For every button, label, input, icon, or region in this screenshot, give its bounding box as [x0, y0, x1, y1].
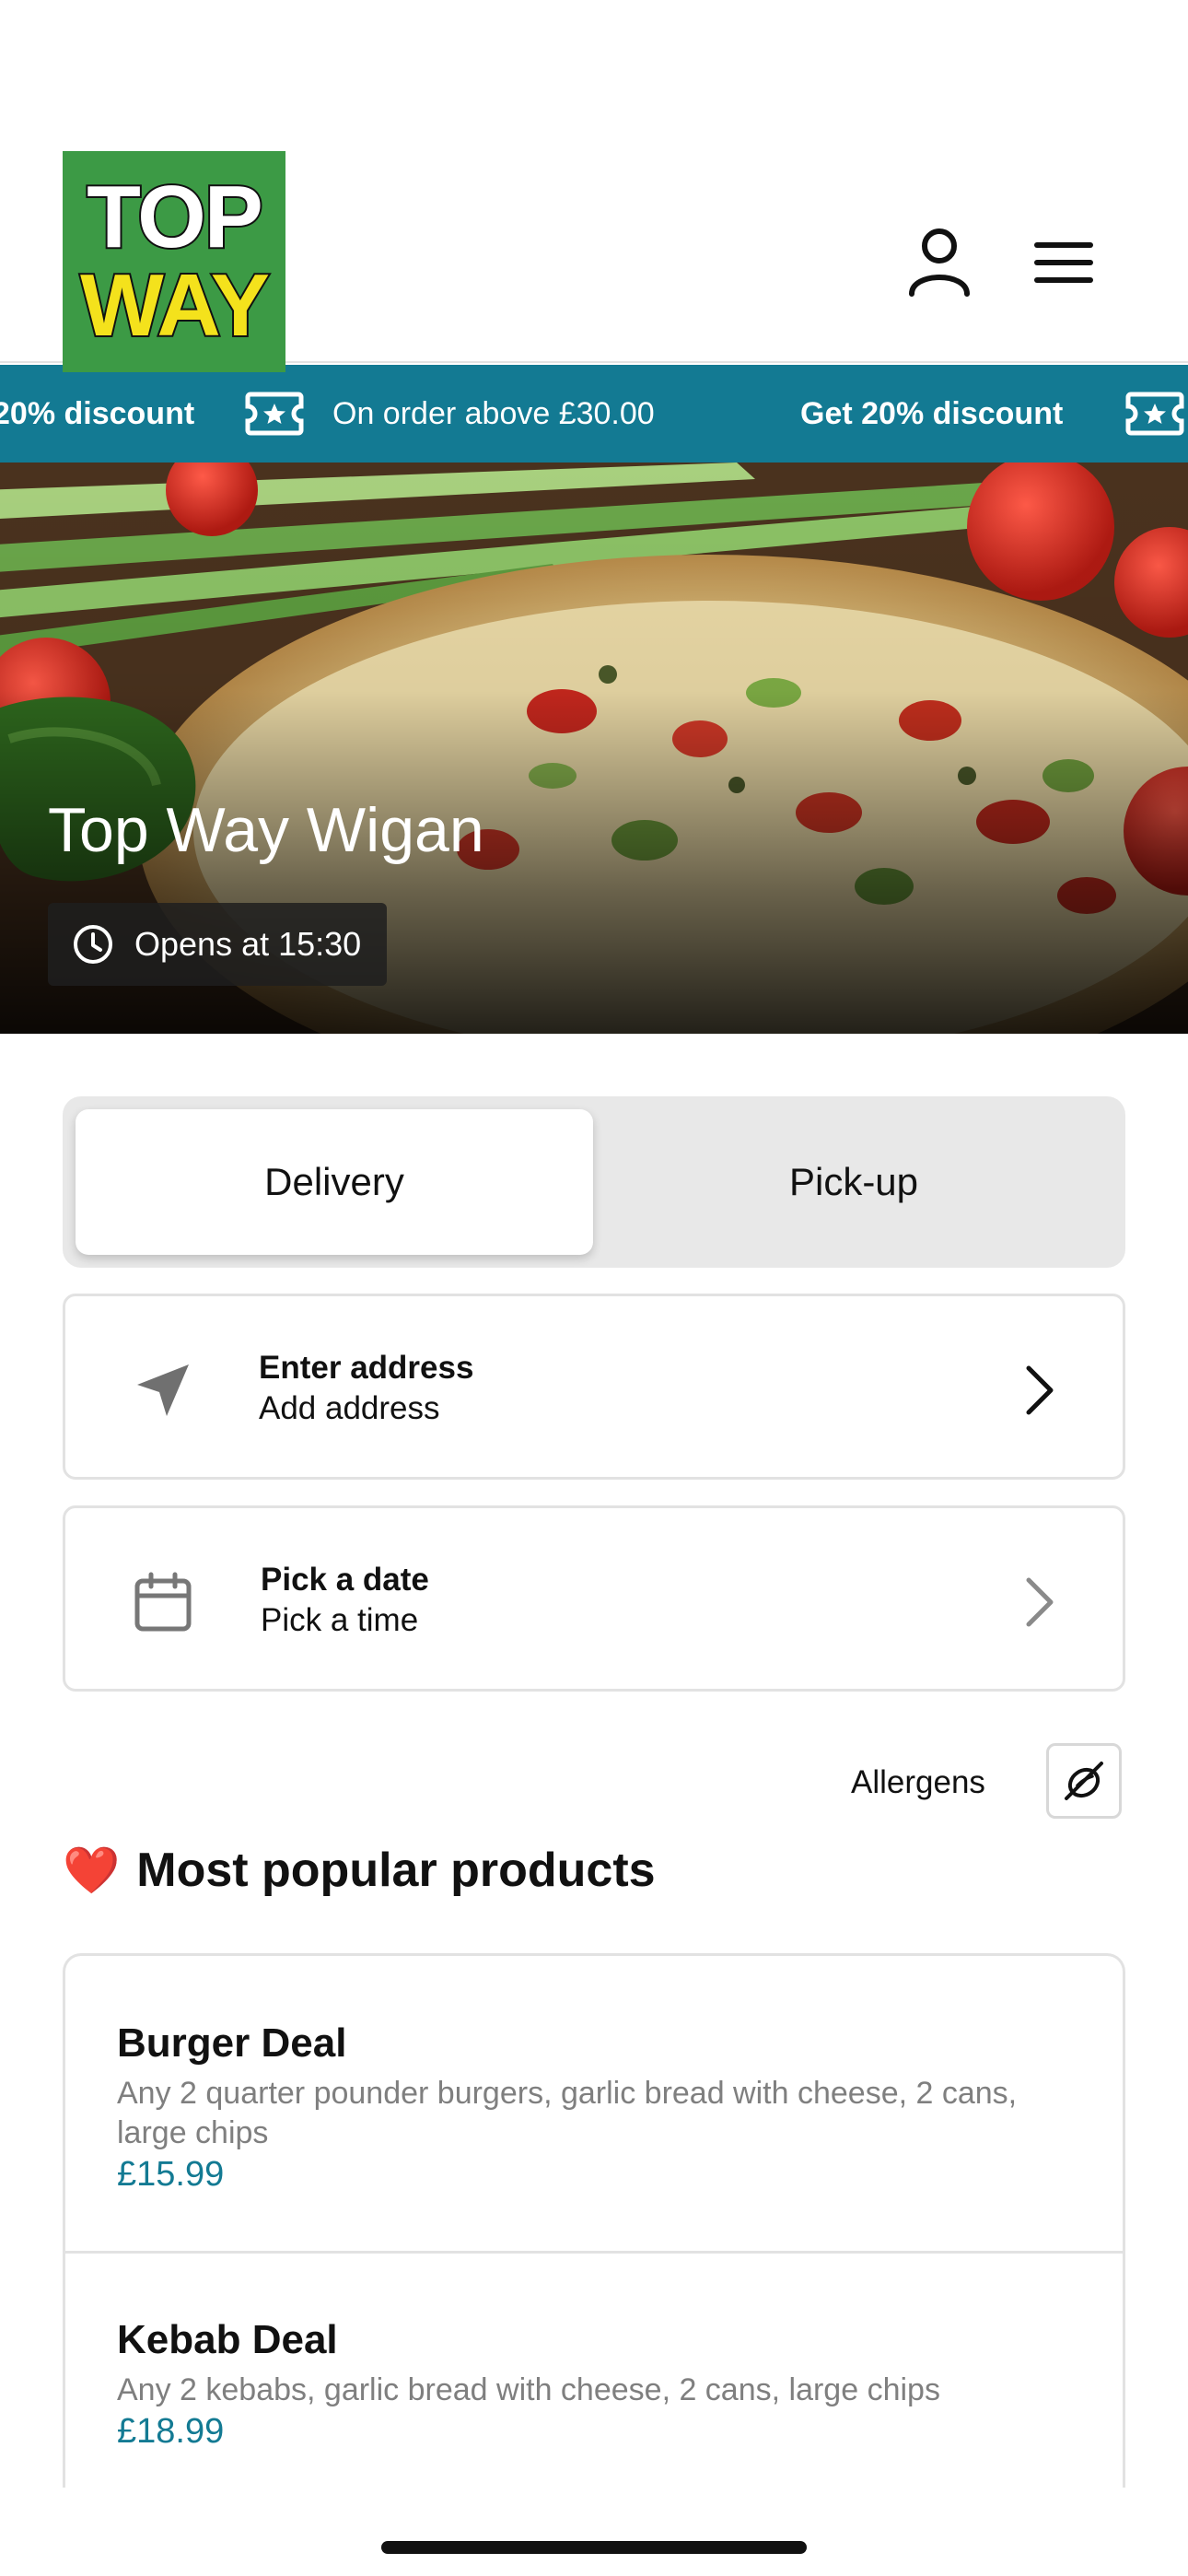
promo-text: Get 20% discount — [800, 395, 1064, 431]
location-arrow-icon — [126, 1353, 200, 1427]
restaurant-hero: Top Way Wigan Opens at 15:30 — [0, 463, 1188, 1034]
product-price: £18.99 — [117, 2412, 225, 2451]
schedule-card-title: Pick a date — [261, 1562, 429, 1598]
brand-logo[interactable]: TOP WAY — [63, 151, 285, 372]
chevron-right-icon — [1026, 1365, 1054, 1415]
product-description: Any 2 kebabs, garlic bread with cheese, … — [117, 2372, 940, 2407]
person-icon — [909, 228, 970, 297]
schedule-card-subtitle: Pick a time — [261, 1602, 419, 1638]
promo-ticker: 20% discount On order above £30.00 Get 2… — [0, 365, 1188, 463]
logo-text-bottom: WAY — [78, 256, 272, 355]
promo-text: On order above £30.00 — [332, 395, 655, 431]
clock-icon — [74, 925, 112, 964]
logo-text-top: TOP — [85, 168, 265, 266]
coupon-star-icon — [1125, 392, 1184, 436]
product-name: Kebab Deal — [117, 2317, 338, 2362]
product-item[interactable]: Burger Deal Any 2 quarter pounder burger… — [65, 2020, 1123, 2195]
allergens-button[interactable] — [1046, 1743, 1122, 1819]
coupon-star-icon — [245, 392, 304, 436]
address-card[interactable]: Enter address Add address — [63, 1294, 1125, 1480]
product-divider — [65, 2251, 1123, 2254]
pickup-option[interactable]: Pick-up — [595, 1109, 1112, 1255]
hamburger-menu-icon — [1034, 242, 1093, 283]
product-name: Burger Deal — [117, 2020, 347, 2066]
popular-products-list: Burger Deal Any 2 quarter pounder burger… — [63, 1953, 1125, 2488]
product-description: Any 2 quarter pounder burgers, garlic br… — [117, 2076, 1018, 2150]
calendar-icon — [126, 1565, 200, 1639]
promo-text: 20% discount — [0, 395, 195, 431]
popular-products-heading: ❤️ Most popular products — [63, 1843, 656, 1898]
address-card-title: Enter address — [259, 1350, 474, 1386]
product-price: £15.99 — [117, 2155, 225, 2194]
chevron-right-icon — [1026, 1577, 1054, 1627]
heart-emoji-icon: ❤️ — [63, 1843, 121, 1897]
schedule-card[interactable]: Pick a date Pick a time — [63, 1505, 1125, 1692]
opening-hours-badge: Opens at 15:30 — [48, 903, 388, 986]
order-mode-toggle: Delivery Pick-up — [63, 1096, 1125, 1268]
menu-button[interactable] — [1022, 221, 1105, 304]
delivery-option[interactable]: Delivery — [76, 1109, 593, 1255]
account-button[interactable] — [898, 221, 981, 304]
product-item[interactable]: Kebab Deal Any 2 kebabs, garlic bread wi… — [65, 2317, 1123, 2452]
section-title-text: Most popular products — [136, 1844, 656, 1897]
allergens-label[interactable]: Allergens — [851, 1764, 985, 1801]
opening-hours-text: Opens at 15:30 — [134, 925, 362, 963]
home-indicator[interactable] — [381, 2541, 807, 2554]
allergen-filter-icon — [1065, 1762, 1103, 1800]
address-card-subtitle: Add address — [259, 1390, 440, 1426]
restaurant-name: Top Way Wigan — [48, 795, 484, 865]
